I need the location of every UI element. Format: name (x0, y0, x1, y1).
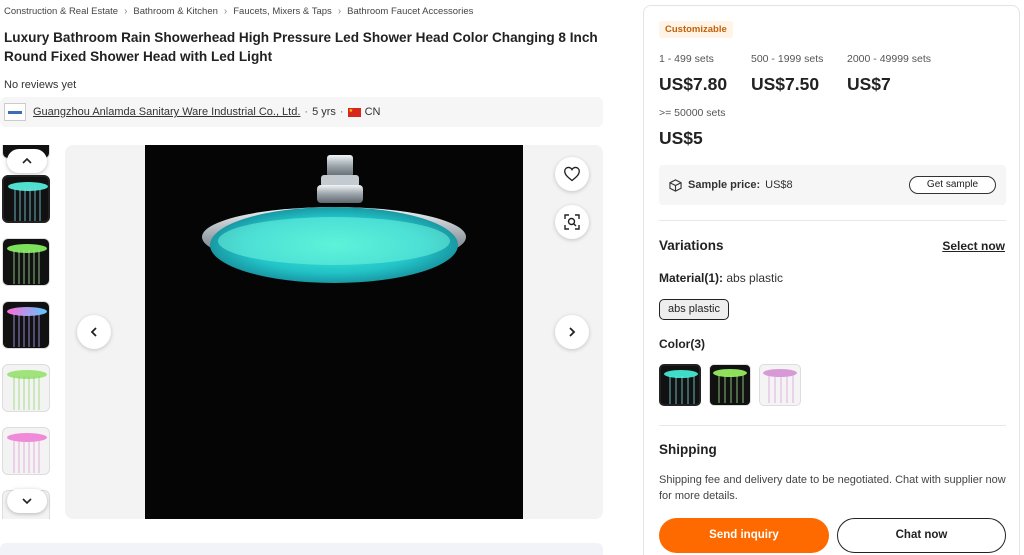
supplier-name-link[interactable]: Guangzhou Anlamda Sanitary Ware Industri… (33, 106, 300, 118)
main-product-image[interactable] (145, 145, 523, 519)
breadcrumb-item[interactable]: Construction & Real Estate (4, 6, 118, 17)
product-title-line: Luxury Bathroom Rain Showerhead High Pre… (4, 30, 598, 45)
shower-head-illustration (202, 155, 466, 519)
rain-graphic (13, 439, 40, 473)
price-tier-range: 2000 - 49999 sets (847, 53, 932, 65)
image-gallery (65, 145, 603, 519)
send-inquiry-button[interactable]: Send inquiry (659, 518, 829, 553)
price-tier-range: 1 - 499 sets (659, 53, 714, 65)
favorite-button[interactable] (555, 157, 589, 191)
variations-title: Variations (659, 238, 724, 253)
next-image-button[interactable] (555, 315, 589, 349)
image-search-icon (564, 214, 580, 230)
thumbnail[interactable] (2, 427, 50, 475)
rain-graphic (13, 313, 40, 347)
rain-graphic (768, 375, 794, 403)
rain-graphic (718, 375, 744, 403)
separator-dot: · (304, 106, 309, 118)
thumbnail-list (2, 145, 51, 519)
divider (659, 425, 1006, 426)
price-tier-value: US$7.80 (659, 74, 728, 94)
chat-now-button[interactable]: Chat now (837, 518, 1006, 553)
chevron-up-icon (22, 157, 32, 164)
thumbnail-selected[interactable] (2, 175, 50, 223)
shipping-description: Shipping fee and delivery date to be neg… (659, 474, 1006, 502)
select-now-link[interactable]: Select now (942, 239, 1005, 253)
material-value: abs plastic (726, 271, 784, 285)
breadcrumb-item[interactable]: Faucets, Mixers & Taps (233, 6, 332, 17)
customizable-badge: Customizable (659, 21, 733, 38)
color-swatch[interactable] (709, 364, 751, 406)
rain-graphic (13, 250, 40, 284)
thumbnail-scroll-down-button[interactable] (7, 489, 47, 513)
sample-price-value: US$8 (765, 179, 793, 191)
get-sample-button[interactable]: Get sample (909, 176, 996, 194)
price-tier-range: >= 50000 sets (659, 107, 726, 119)
supplier-row: Guangzhou Anlamda Sanitary Ware Industri… (0, 97, 603, 127)
chevron-right-icon: › (337, 6, 342, 17)
supplier-logo (4, 103, 26, 121)
previous-image-button[interactable] (77, 315, 111, 349)
breadcrumb-item[interactable]: Bathroom & Kitchen (133, 6, 218, 17)
box-icon (669, 178, 682, 192)
china-flag-icon (347, 107, 361, 117)
rain-graphic (669, 376, 695, 404)
heart-icon (564, 166, 580, 182)
thumbnail-scroll-up-button[interactable] (7, 149, 47, 173)
chevron-right-icon (569, 327, 576, 337)
purchase-panel: Customizable 1 - 499 sets US$7.80 500 - … (643, 5, 1020, 555)
thumbnail[interactable] (2, 301, 50, 349)
chevron-left-icon (90, 327, 97, 337)
bottom-section-edge (0, 543, 603, 555)
sample-price-box: Sample price: US$8 Get sample (659, 165, 1006, 205)
breadcrumb-item[interactable]: Bathroom Faucet Accessories (347, 6, 473, 17)
product-title: Luxury Bathroom Rain Showerhead High Pre… (4, 28, 604, 66)
sample-price-label: Sample price: (688, 179, 761, 191)
chevron-right-icon: › (124, 6, 128, 17)
color-label: Color(3) (659, 337, 705, 351)
thumbnail[interactable] (2, 364, 50, 412)
material-label: Material(1): (659, 271, 724, 285)
breadcrumb: Construction & Real Estate › Bathroom & … (4, 6, 473, 17)
material-option-chip[interactable]: abs plastic (659, 299, 729, 320)
separator-dot: · (339, 106, 344, 118)
color-swatch-selected[interactable] (659, 364, 701, 406)
image-search-button[interactable] (555, 205, 589, 239)
price-tier-range: 500 - 1999 sets (751, 53, 824, 65)
color-attribute: Color(3) (659, 337, 705, 351)
chevron-right-icon: › (223, 6, 228, 17)
price-tier-value: US$7 (847, 74, 891, 94)
rain-graphic (13, 376, 40, 410)
supplier-country: CN (364, 106, 381, 118)
price-tier-value: US$7.50 (751, 74, 820, 94)
divider (659, 220, 1006, 221)
chevron-down-icon (22, 498, 32, 505)
thumbnail[interactable] (2, 238, 50, 286)
price-tier-value: US$5 (659, 128, 703, 148)
shipping-title: Shipping (659, 442, 717, 457)
supplier-years: 5 yrs (312, 106, 336, 118)
product-title-line: Round Fixed Shower Head with Led Light (4, 49, 273, 64)
reviews-status: No reviews yet (4, 79, 77, 91)
material-attribute: Material(1): abs plastic (659, 271, 783, 285)
color-swatch[interactable] (759, 364, 801, 406)
rain-graphic (14, 188, 41, 221)
